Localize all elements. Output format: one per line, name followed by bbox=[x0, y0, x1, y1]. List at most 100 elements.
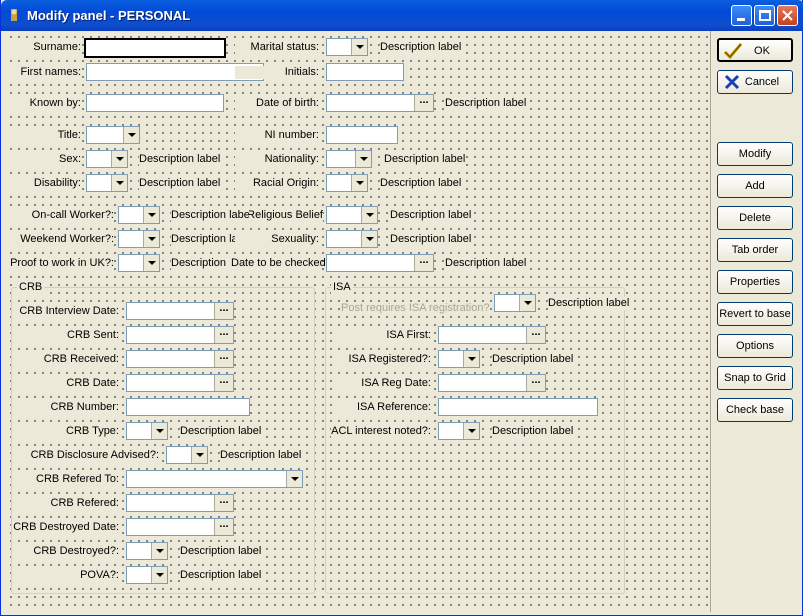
disability-select[interactable] bbox=[86, 174, 128, 192]
crb-group-title: CRB bbox=[17, 281, 45, 294]
maximize-button[interactable] bbox=[754, 5, 775, 26]
cancel-button[interactable]: Cancel bbox=[717, 70, 793, 94]
chevron-down-icon bbox=[286, 471, 302, 487]
chevron-down-icon bbox=[351, 39, 367, 55]
ellipsis-button[interactable]: ... bbox=[214, 375, 233, 391]
racial-origin-label: Racial Origin: bbox=[235, 177, 319, 190]
nationality-description-label: Description label bbox=[384, 153, 466, 166]
ellipsis-button[interactable]: ... bbox=[526, 327, 545, 343]
chevron-down-icon bbox=[191, 447, 207, 463]
ellipsis-button[interactable]: ... bbox=[414, 255, 433, 271]
date-checked-description-label: Description label bbox=[445, 257, 527, 270]
delete-button[interactable]: Delete bbox=[717, 206, 793, 230]
crb-refered-to-select[interactable] bbox=[126, 470, 303, 488]
add-button[interactable]: Add bbox=[717, 174, 793, 198]
crb-destroyed-date-field[interactable]: ... bbox=[126, 518, 234, 536]
crb-sent-label: CRB Sent: bbox=[13, 329, 119, 342]
isa-reference-input[interactable] bbox=[438, 398, 598, 416]
sex-select[interactable] bbox=[86, 150, 128, 168]
tab-order-button[interactable]: Tab order bbox=[717, 238, 793, 262]
sexuality-label: Sexuality: bbox=[235, 233, 319, 246]
check-base-button[interactable]: Check base bbox=[717, 398, 793, 422]
revert-to-base-button[interactable]: Revert to base bbox=[717, 302, 793, 326]
isa-first-date-field[interactable]: ... bbox=[438, 326, 546, 344]
crb-interview-date-label: CRB Interview Date: bbox=[13, 305, 119, 318]
isa-reg-date-field[interactable]: ... bbox=[438, 374, 546, 392]
religious-description-label: Description label bbox=[390, 209, 472, 222]
title-select[interactable] bbox=[86, 126, 140, 144]
disability-label: Disability: bbox=[5, 177, 81, 190]
oncall-select[interactable] bbox=[118, 206, 160, 224]
crb-date-label: CRB Date: bbox=[13, 377, 119, 390]
ellipsis-button[interactable]: ... bbox=[214, 303, 233, 319]
isa-post-requires-select[interactable] bbox=[494, 294, 536, 312]
crb-refered-date-field[interactable]: ... bbox=[126, 494, 234, 512]
known-by-input[interactable] bbox=[86, 94, 224, 112]
options-button[interactable]: Options bbox=[717, 334, 793, 358]
ellipsis-button[interactable]: ... bbox=[214, 495, 233, 511]
isa-first-label: ISA First: bbox=[335, 329, 431, 342]
isa-registered-description-label: Description label bbox=[492, 353, 574, 366]
isa-registered-select[interactable] bbox=[438, 350, 480, 368]
properties-button[interactable]: Properties bbox=[717, 270, 793, 294]
crb-interview-date-field[interactable]: ... bbox=[126, 302, 234, 320]
weekend-select[interactable] bbox=[118, 230, 160, 248]
ellipsis-button[interactable]: ... bbox=[526, 375, 545, 391]
ellipsis-button[interactable]: ... bbox=[214, 351, 233, 367]
ellipsis-button[interactable]: ... bbox=[214, 327, 233, 343]
modify-panel-window: Modify panel - PERSONAL Surname: First n… bbox=[0, 0, 803, 616]
initials-input[interactable] bbox=[326, 63, 404, 81]
disability-description-label: Description label bbox=[139, 177, 221, 190]
dob-date-field[interactable]: ... bbox=[326, 94, 434, 112]
crb-type-label: CRB Type: bbox=[13, 425, 119, 438]
crb-number-input[interactable] bbox=[126, 398, 250, 416]
chevron-down-icon bbox=[111, 151, 127, 167]
date-checked-label: Date to be checked: bbox=[231, 257, 329, 270]
cancel-label: Cancel bbox=[744, 76, 780, 88]
ellipsis-button[interactable]: ... bbox=[214, 519, 233, 535]
proof-description-label: Description bbox=[171, 257, 233, 270]
surname-input[interactable] bbox=[84, 38, 226, 58]
snap-to-grid-button[interactable]: Snap to Grid bbox=[717, 366, 793, 390]
isa-registered-label: ISA Registered?: bbox=[335, 353, 431, 366]
crb-number-label: CRB Number: bbox=[13, 401, 119, 414]
chevron-down-icon bbox=[143, 231, 159, 247]
crb-disclosure-select[interactable] bbox=[166, 446, 208, 464]
ni-number-input[interactable] bbox=[326, 126, 398, 144]
modify-button[interactable]: Modify bbox=[717, 142, 793, 166]
crb-type-description-label: Description label bbox=[180, 425, 262, 438]
acl-interest-select[interactable] bbox=[438, 422, 480, 440]
crb-type-select[interactable] bbox=[126, 422, 168, 440]
chevron-down-icon bbox=[151, 423, 167, 439]
isa-reference-label: ISA Reference: bbox=[335, 401, 431, 414]
crb-sent-date-field[interactable]: ... bbox=[126, 326, 234, 344]
design-canvas: Surname: First names: Known by: Title: S… bbox=[5, 31, 710, 612]
chevron-down-icon bbox=[143, 207, 159, 223]
dob-label: Date of birth: bbox=[235, 97, 319, 110]
ellipsis-button[interactable]: ... bbox=[414, 95, 433, 111]
crb-received-label: CRB Received: bbox=[13, 353, 119, 366]
surname-label: Surname: bbox=[5, 41, 81, 54]
chevron-down-icon bbox=[361, 207, 377, 223]
crb-received-date-field[interactable]: ... bbox=[126, 350, 234, 368]
pova-select[interactable] bbox=[126, 566, 168, 584]
religious-belief-select[interactable] bbox=[326, 206, 378, 224]
nationality-select[interactable] bbox=[326, 150, 372, 168]
acl-interest-label: ACL interest noted?: bbox=[331, 425, 431, 438]
sexuality-select[interactable] bbox=[326, 230, 378, 248]
crb-destroyed-label: CRB Destroyed?: bbox=[13, 545, 119, 558]
racial-origin-select[interactable] bbox=[326, 174, 368, 192]
crb-date-field[interactable]: ... bbox=[126, 374, 234, 392]
chevron-down-icon bbox=[355, 151, 371, 167]
close-button[interactable] bbox=[777, 5, 798, 26]
isa-post-requires-description-label: Description label bbox=[548, 297, 630, 310]
proof-select[interactable] bbox=[118, 254, 160, 272]
crb-destroyed-select[interactable] bbox=[126, 542, 168, 560]
marital-status-select[interactable] bbox=[326, 38, 368, 56]
minimize-button[interactable] bbox=[731, 5, 752, 26]
chevron-down-icon bbox=[463, 423, 479, 439]
maximize-icon bbox=[759, 10, 771, 21]
proof-label: Proof to work in UK?: bbox=[5, 257, 114, 270]
ok-button[interactable]: OK bbox=[717, 38, 793, 62]
date-checked-date-field[interactable]: ... bbox=[326, 254, 434, 272]
